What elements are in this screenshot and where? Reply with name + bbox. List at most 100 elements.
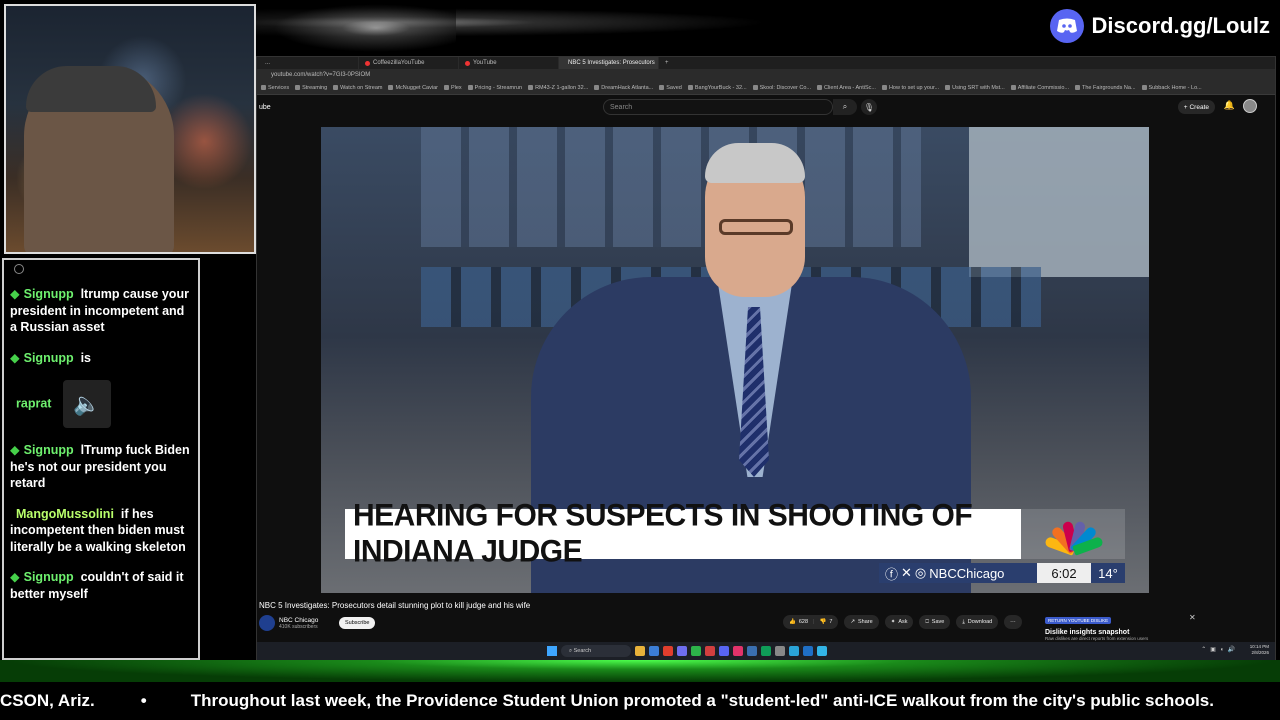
channel-name[interactable]: NBC Chicago (279, 617, 318, 624)
channel-avatar[interactable] (259, 615, 275, 631)
youtube-logo[interactable]: ube (257, 104, 271, 111)
browser-tab[interactable]: YouTube (459, 57, 559, 69)
bookmark-favicon-icon (881, 85, 887, 90)
bookmark-item[interactable]: Affiliate Commissio... (1010, 85, 1069, 91)
more-options-button[interactable]: ⋯ (1004, 615, 1022, 629)
browser-tab[interactable]: CoffeezillaYouTube (359, 57, 459, 69)
app-icon[interactable] (789, 646, 799, 656)
bookmark-label: The Fairgrounds Na... (1082, 84, 1136, 91)
tab-label: CoffeezillaYouTube (373, 60, 425, 66)
bell-icon[interactable]: 🔔 (1224, 100, 1235, 111)
share-button[interactable]: ↗ Share (844, 615, 879, 629)
channel-info[interactable]: NBC Chicago 410K subscribers (259, 615, 318, 631)
app-icon[interactable] (747, 646, 757, 656)
bookmark-item[interactable]: Plex (443, 84, 462, 91)
app-icon[interactable] (775, 646, 785, 656)
social-handle-box: ⓕ ✕ ◎ NBCChicago (879, 563, 1037, 583)
video-player[interactable]: HEARING FOR SUSPECTS IN SHOOTING OF INDI… (321, 127, 1149, 593)
create-button[interactable]: + Create (1177, 100, 1215, 114)
dislike-count: 7 (829, 619, 833, 625)
anchor-hair (705, 143, 805, 183)
bookmark-favicon-icon (816, 85, 822, 90)
bookmark-item[interactable]: McNugget Caviar (388, 85, 438, 91)
bookmark-item[interactable]: DreamHack Atlanta... (594, 85, 653, 91)
bookmark-item[interactable]: RM43-Z 1-gallon 32... (528, 85, 588, 91)
app-icon[interactable] (803, 646, 813, 656)
windows-start-icon[interactable] (547, 646, 557, 656)
bookmark-label: Plex (450, 84, 462, 91)
bookmark-favicon-icon (333, 85, 339, 90)
search-input[interactable]: Search (603, 99, 833, 115)
dislike-tag: RETURN YOUTUBE DISLIKE (1045, 617, 1112, 624)
green-splash-band (0, 660, 1280, 682)
chat-message: ◆ Signupp lTrump fuck Biden he's not our … (10, 442, 192, 492)
ask-button[interactable]: ✦ Ask (884, 615, 914, 629)
close-icon[interactable]: ✕ (658, 60, 659, 67)
like-button[interactable]: 👍 628 | 👎 7 (783, 615, 839, 629)
save-button[interactable]: ⎕ Save (919, 615, 951, 629)
dislike-subtitle: Raw dislikes are direct reports from ext… (1045, 636, 1149, 641)
video-title: NBC 5 Investigates: Prosecutors detail s… (259, 601, 531, 610)
browser-tab-active[interactable]: NBC 5 Investigates: Prosecutors✕ (559, 57, 659, 69)
subscribe-button[interactable]: Subscribe (339, 617, 376, 629)
browser-tab[interactable]: ... (259, 57, 359, 69)
taskbar-icons: ⌕ Search (547, 645, 827, 657)
search-icon[interactable]: ⌕ (833, 99, 857, 115)
app-icon[interactable] (705, 646, 715, 656)
app-icon[interactable] (649, 646, 659, 656)
bookmark-item[interactable]: Using SRT with Mst... (945, 85, 1005, 91)
bookmark-item[interactable]: The Fairgrounds Na... (1075, 85, 1136, 91)
chat-message: ◆ Signupp couldn't of said it better myse… (10, 569, 192, 602)
close-icon[interactable]: ✕ (1189, 613, 1196, 622)
bookmark-item[interactable]: Watch on Stream (333, 85, 382, 91)
taskbar-search[interactable]: ⌕ Search (561, 645, 631, 657)
bookmark-label: DreamHack Atlanta... (601, 84, 654, 91)
bookmark-item[interactable]: BangYourBuck - 32... (687, 85, 747, 91)
bookmark-item[interactable]: Pricing - Streamrun (467, 85, 522, 91)
download-button[interactable]: ⤓ Download (956, 615, 999, 629)
speaker-emote-icon: 🔈 (62, 380, 111, 428)
avatar[interactable] (1243, 99, 1257, 113)
bookmark-item[interactable]: Streaming (295, 85, 327, 91)
facebook-icon: ⓕ (885, 566, 899, 582)
bookmark-favicon-icon (1141, 85, 1147, 90)
chat-username: MangoMussolini (16, 506, 114, 521)
bookmark-item[interactable]: Subback Home - Lo... (1141, 85, 1202, 91)
chat-message: ◆ Signupp is (10, 350, 192, 367)
taskbar-clock[interactable]: 10:14 PM 2/8/2026 (1250, 644, 1269, 656)
bookmark-item[interactable]: Services (261, 85, 289, 91)
app-icon[interactable] (733, 646, 743, 656)
taskbar-search-label: Search (573, 648, 592, 654)
bookmark-item[interactable]: Client Area - AntiSc... (816, 85, 876, 91)
app-icon[interactable] (677, 646, 687, 656)
share-icon: ↗ (850, 619, 856, 625)
system-tray[interactable]: ⌃▣◖🔊 (1201, 646, 1239, 653)
microphone-icon[interactable]: 🎙 (861, 99, 877, 115)
tab-label: ... (265, 60, 271, 66)
bookmark-icon: ⎕ (925, 618, 929, 625)
youtube-favicon-icon (465, 60, 470, 66)
stream-overlay: Discord.gg/Loulz ◆ Signupp ltrump cause y… (0, 0, 1280, 720)
discord-taskbar-icon[interactable] (719, 646, 729, 656)
chat-message: ◆ Signupp ltrump cause your president in … (10, 286, 192, 336)
bookmark-item[interactable]: Saved (659, 85, 682, 91)
brave-icon[interactable] (663, 646, 673, 656)
anchor-glasses (719, 219, 793, 235)
thumbs-down-icon[interactable]: 👎 (819, 619, 826, 625)
address-bar[interactable]: youtube.com/watch?v=7GI3-0PSIOM (257, 69, 1275, 81)
bookmark-favicon-icon (528, 85, 534, 90)
app-icon[interactable] (691, 646, 701, 656)
save-label: Save (931, 619, 945, 625)
chrome-icon[interactable] (761, 646, 771, 656)
file-explorer-icon[interactable] (635, 646, 645, 656)
new-tab-icon[interactable]: + (665, 60, 669, 66)
app-icon[interactable] (817, 646, 827, 656)
search-placeholder: Search (610, 103, 633, 111)
discord-badge: Discord.gg/Loulz (1049, 8, 1270, 44)
webcam-feed (4, 4, 256, 254)
bookmark-item[interactable]: How to set up your... (881, 85, 939, 91)
plus-icon: + (1183, 103, 1188, 111)
chat-username: raprat (16, 396, 52, 411)
bookmark-item[interactable]: Skool: Discover Co... (752, 85, 811, 91)
thumbs-up-icon: 👍 (789, 619, 796, 625)
